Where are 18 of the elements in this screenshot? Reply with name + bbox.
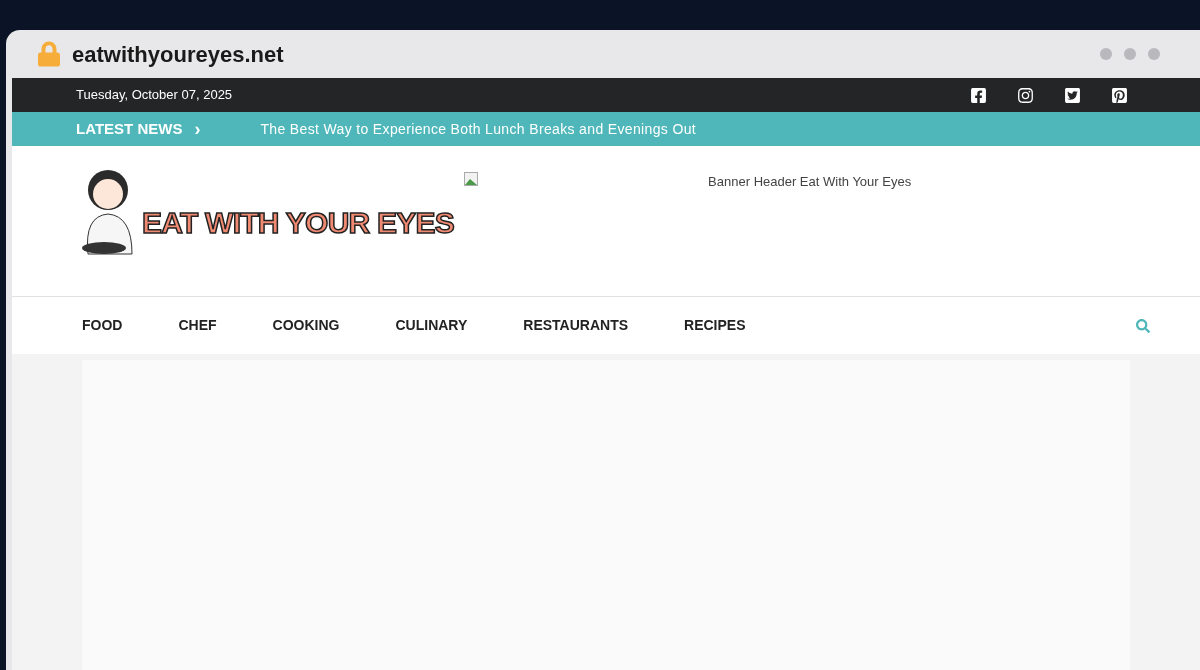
nav-link[interactable]: COOKING xyxy=(272,315,340,336)
nav-link[interactable]: CHEF xyxy=(178,315,217,336)
pinterest-icon[interactable] xyxy=(1111,86,1128,104)
nav-link[interactable]: CULINARY xyxy=(395,315,468,336)
url-text: eatwithyoureyes.net xyxy=(72,40,284,69)
twitter-icon[interactable] xyxy=(1064,86,1081,104)
nav-link[interactable]: RECIPES xyxy=(684,315,746,336)
nav-link[interactable]: FOOD xyxy=(82,315,123,336)
facebook-icon[interactable] xyxy=(970,86,987,104)
latest-news-label: LATEST NEWS xyxy=(76,118,183,139)
chevron-icon: › xyxy=(194,115,201,143)
lock-icon xyxy=(38,41,60,67)
banner-alt-text: Banner Header Eat With Your Eyes xyxy=(708,173,912,191)
broken-image-icon xyxy=(464,172,479,186)
nav-link[interactable]: RESTAURANTS xyxy=(523,315,629,336)
date-text: Tuesday, October 07, 2025 xyxy=(76,86,233,105)
instagram-icon[interactable] xyxy=(1017,86,1034,104)
logo-text[interactable]: EAT WITH YOUR EYES xyxy=(142,199,455,245)
